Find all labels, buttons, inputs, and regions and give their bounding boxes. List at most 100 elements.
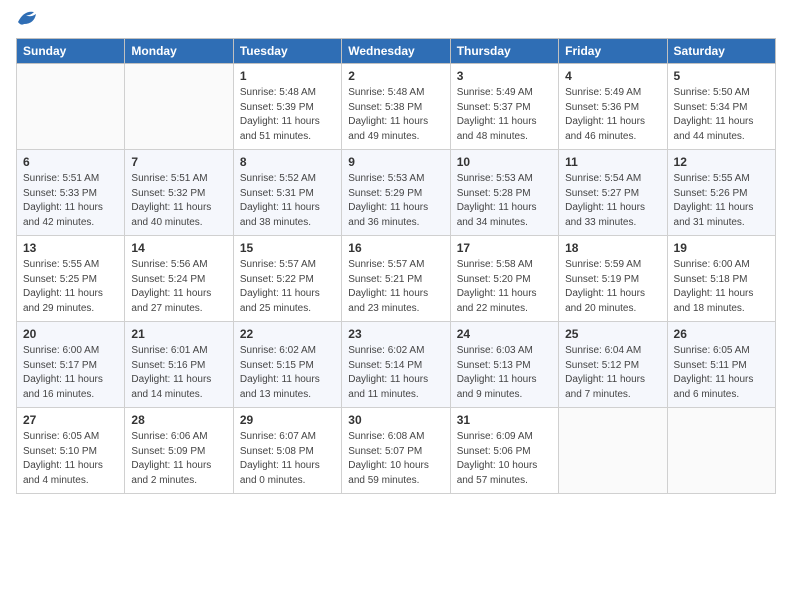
calendar-week-row: 6 Sunrise: 5:51 AMSunset: 5:33 PMDaylight… bbox=[17, 150, 776, 236]
calendar-cell: 19Sunrise: 6:00 AMSunset: 5:18 PMDayligh… bbox=[667, 236, 775, 322]
calendar-cell bbox=[17, 64, 125, 150]
calendar-cell: 6 Sunrise: 5:51 AMSunset: 5:33 PMDaylight… bbox=[17, 150, 125, 236]
weekday-header-tuesday: Tuesday bbox=[233, 39, 341, 64]
day-info: Sunrise: 6:05 AMSunset: 5:10 PMDaylight:… bbox=[23, 430, 118, 488]
weekday-header-sunday: Sunday bbox=[17, 39, 125, 64]
day-info: Sunrise: 6:04 AMSunset: 5:12 PMDaylight:… bbox=[565, 344, 660, 402]
day-number: 8 bbox=[240, 155, 335, 169]
calendar-cell: 31Sunrise: 6:09 AMSunset: 5:06 PMDayligh… bbox=[450, 408, 558, 494]
calendar-cell: 28 Sunrise: 6:06 AMSunset: 5:09 PMDayligh… bbox=[125, 408, 233, 494]
day-info: Sunrise: 5:54 AMSunset: 5:27 PMDaylight:… bbox=[565, 172, 660, 230]
calendar-cell: 11 Sunrise: 5:54 AMSunset: 5:27 PMDayligh… bbox=[559, 150, 667, 236]
logo bbox=[16, 16, 38, 26]
calendar-cell: 22 Sunrise: 6:02 AMSunset: 5:15 PMDayligh… bbox=[233, 322, 341, 408]
calendar-cell: 18Sunrise: 5:59 AMSunset: 5:19 PMDayligh… bbox=[559, 236, 667, 322]
day-info: Sunrise: 6:08 AMSunset: 5:07 PMDaylight:… bbox=[348, 430, 443, 488]
calendar-table: SundayMondayTuesdayWednesdayThursdayFrid… bbox=[16, 38, 776, 494]
page-header bbox=[16, 16, 776, 26]
day-number: 29 bbox=[240, 413, 335, 427]
day-info: Sunrise: 5:55 AMSunset: 5:25 PMDaylight:… bbox=[23, 258, 118, 316]
day-info: Sunrise: 6:02 AMSunset: 5:15 PMDaylight:… bbox=[240, 344, 335, 402]
day-number: 9 bbox=[348, 155, 443, 169]
day-info: Sunrise: 6:00 AMSunset: 5:18 PMDaylight:… bbox=[674, 258, 769, 316]
calendar-cell: 7 Sunrise: 5:51 AMSunset: 5:32 PMDaylight… bbox=[125, 150, 233, 236]
weekday-header-wednesday: Wednesday bbox=[342, 39, 450, 64]
weekday-header-monday: Monday bbox=[125, 39, 233, 64]
day-number: 16 bbox=[348, 241, 443, 255]
calendar-cell: 17 Sunrise: 5:58 AMSunset: 5:20 PMDayligh… bbox=[450, 236, 558, 322]
day-info: Sunrise: 5:49 AMSunset: 5:37 PMDaylight:… bbox=[457, 86, 552, 144]
calendar-cell: 3 Sunrise: 5:49 AMSunset: 5:37 PMDaylight… bbox=[450, 64, 558, 150]
day-info: Sunrise: 5:59 AMSunset: 5:19 PMDaylight:… bbox=[565, 258, 660, 316]
calendar-cell: 15 Sunrise: 5:57 AMSunset: 5:22 PMDayligh… bbox=[233, 236, 341, 322]
day-number: 22 bbox=[240, 327, 335, 341]
day-info: Sunrise: 6:06 AMSunset: 5:09 PMDaylight:… bbox=[131, 430, 226, 488]
day-info: Sunrise: 5:49 AMSunset: 5:36 PMDaylight:… bbox=[565, 86, 660, 144]
day-number: 5 bbox=[674, 69, 769, 83]
calendar-cell bbox=[667, 408, 775, 494]
day-number: 28 bbox=[131, 413, 226, 427]
calendar-cell: 14 Sunrise: 5:56 AMSunset: 5:24 PMDayligh… bbox=[125, 236, 233, 322]
day-info: Sunrise: 5:55 AMSunset: 5:26 PMDaylight:… bbox=[674, 172, 769, 230]
day-info: Sunrise: 5:56 AMSunset: 5:24 PMDaylight:… bbox=[131, 258, 226, 316]
day-number: 14 bbox=[131, 241, 226, 255]
calendar-cell: 23 Sunrise: 6:02 AMSunset: 5:14 PMDayligh… bbox=[342, 322, 450, 408]
calendar-cell: 16 Sunrise: 5:57 AMSunset: 5:21 PMDayligh… bbox=[342, 236, 450, 322]
calendar-cell: 20 Sunrise: 6:00 AMSunset: 5:17 PMDayligh… bbox=[17, 322, 125, 408]
day-info: Sunrise: 5:58 AMSunset: 5:20 PMDaylight:… bbox=[457, 258, 552, 316]
day-info: Sunrise: 6:00 AMSunset: 5:17 PMDaylight:… bbox=[23, 344, 118, 402]
day-number: 30 bbox=[348, 413, 443, 427]
day-number: 26 bbox=[674, 327, 769, 341]
day-info: Sunrise: 5:51 AMSunset: 5:32 PMDaylight:… bbox=[131, 172, 226, 230]
weekday-header-thursday: Thursday bbox=[450, 39, 558, 64]
weekday-header-saturday: Saturday bbox=[667, 39, 775, 64]
day-number: 21 bbox=[131, 327, 226, 341]
calendar-header-row: SundayMondayTuesdayWednesdayThursdayFrid… bbox=[17, 39, 776, 64]
day-info: Sunrise: 6:07 AMSunset: 5:08 PMDaylight:… bbox=[240, 430, 335, 488]
calendar-week-row: 1Sunrise: 5:48 AMSunset: 5:39 PMDaylight… bbox=[17, 64, 776, 150]
calendar-cell: 25 Sunrise: 6:04 AMSunset: 5:12 PMDayligh… bbox=[559, 322, 667, 408]
calendar-cell: 8 Sunrise: 5:52 AMSunset: 5:31 PMDaylight… bbox=[233, 150, 341, 236]
day-info: Sunrise: 5:50 AMSunset: 5:34 PMDaylight:… bbox=[674, 86, 769, 144]
day-info: Sunrise: 6:02 AMSunset: 5:14 PMDaylight:… bbox=[348, 344, 443, 402]
day-info: Sunrise: 5:57 AMSunset: 5:21 PMDaylight:… bbox=[348, 258, 443, 316]
logo-bird-icon bbox=[16, 8, 38, 26]
calendar-cell: 29 Sunrise: 6:07 AMSunset: 5:08 PMDayligh… bbox=[233, 408, 341, 494]
day-number: 2 bbox=[348, 69, 443, 83]
day-number: 3 bbox=[457, 69, 552, 83]
calendar-cell: 5 Sunrise: 5:50 AMSunset: 5:34 PMDaylight… bbox=[667, 64, 775, 150]
day-info: Sunrise: 5:53 AMSunset: 5:28 PMDaylight:… bbox=[457, 172, 552, 230]
calendar-cell: 9 Sunrise: 5:53 AMSunset: 5:29 PMDaylight… bbox=[342, 150, 450, 236]
calendar-cell: 24Sunrise: 6:03 AMSunset: 5:13 PMDayligh… bbox=[450, 322, 558, 408]
day-info: Sunrise: 5:53 AMSunset: 5:29 PMDaylight:… bbox=[348, 172, 443, 230]
calendar-cell: 2 Sunrise: 5:48 AMSunset: 5:38 PMDaylight… bbox=[342, 64, 450, 150]
day-info: Sunrise: 5:48 AMSunset: 5:38 PMDaylight:… bbox=[348, 86, 443, 144]
day-number: 10 bbox=[457, 155, 552, 169]
calendar-cell: 4Sunrise: 5:49 AMSunset: 5:36 PMDaylight… bbox=[559, 64, 667, 150]
day-number: 11 bbox=[565, 155, 660, 169]
day-number: 23 bbox=[348, 327, 443, 341]
calendar-cell bbox=[125, 64, 233, 150]
calendar-week-row: 13 Sunrise: 5:55 AMSunset: 5:25 PMDayligh… bbox=[17, 236, 776, 322]
weekday-header-friday: Friday bbox=[559, 39, 667, 64]
calendar-cell: 27 Sunrise: 6:05 AMSunset: 5:10 PMDayligh… bbox=[17, 408, 125, 494]
day-info: Sunrise: 5:51 AMSunset: 5:33 PMDaylight:… bbox=[23, 172, 118, 230]
day-number: 17 bbox=[457, 241, 552, 255]
day-number: 27 bbox=[23, 413, 118, 427]
day-number: 25 bbox=[565, 327, 660, 341]
day-number: 1 bbox=[240, 69, 335, 83]
day-number: 24 bbox=[457, 327, 552, 341]
day-info: Sunrise: 6:09 AMSunset: 5:06 PMDaylight:… bbox=[457, 430, 552, 488]
day-info: Sunrise: 5:57 AMSunset: 5:22 PMDaylight:… bbox=[240, 258, 335, 316]
day-number: 20 bbox=[23, 327, 118, 341]
day-info: Sunrise: 5:52 AMSunset: 5:31 PMDaylight:… bbox=[240, 172, 335, 230]
day-number: 12 bbox=[674, 155, 769, 169]
day-number: 15 bbox=[240, 241, 335, 255]
calendar-week-row: 27 Sunrise: 6:05 AMSunset: 5:10 PMDayligh… bbox=[17, 408, 776, 494]
day-info: Sunrise: 6:05 AMSunset: 5:11 PMDaylight:… bbox=[674, 344, 769, 402]
calendar-cell bbox=[559, 408, 667, 494]
day-number: 6 bbox=[23, 155, 118, 169]
calendar-cell: 30 Sunrise: 6:08 AMSunset: 5:07 PMDayligh… bbox=[342, 408, 450, 494]
day-number: 7 bbox=[131, 155, 226, 169]
day-number: 13 bbox=[23, 241, 118, 255]
